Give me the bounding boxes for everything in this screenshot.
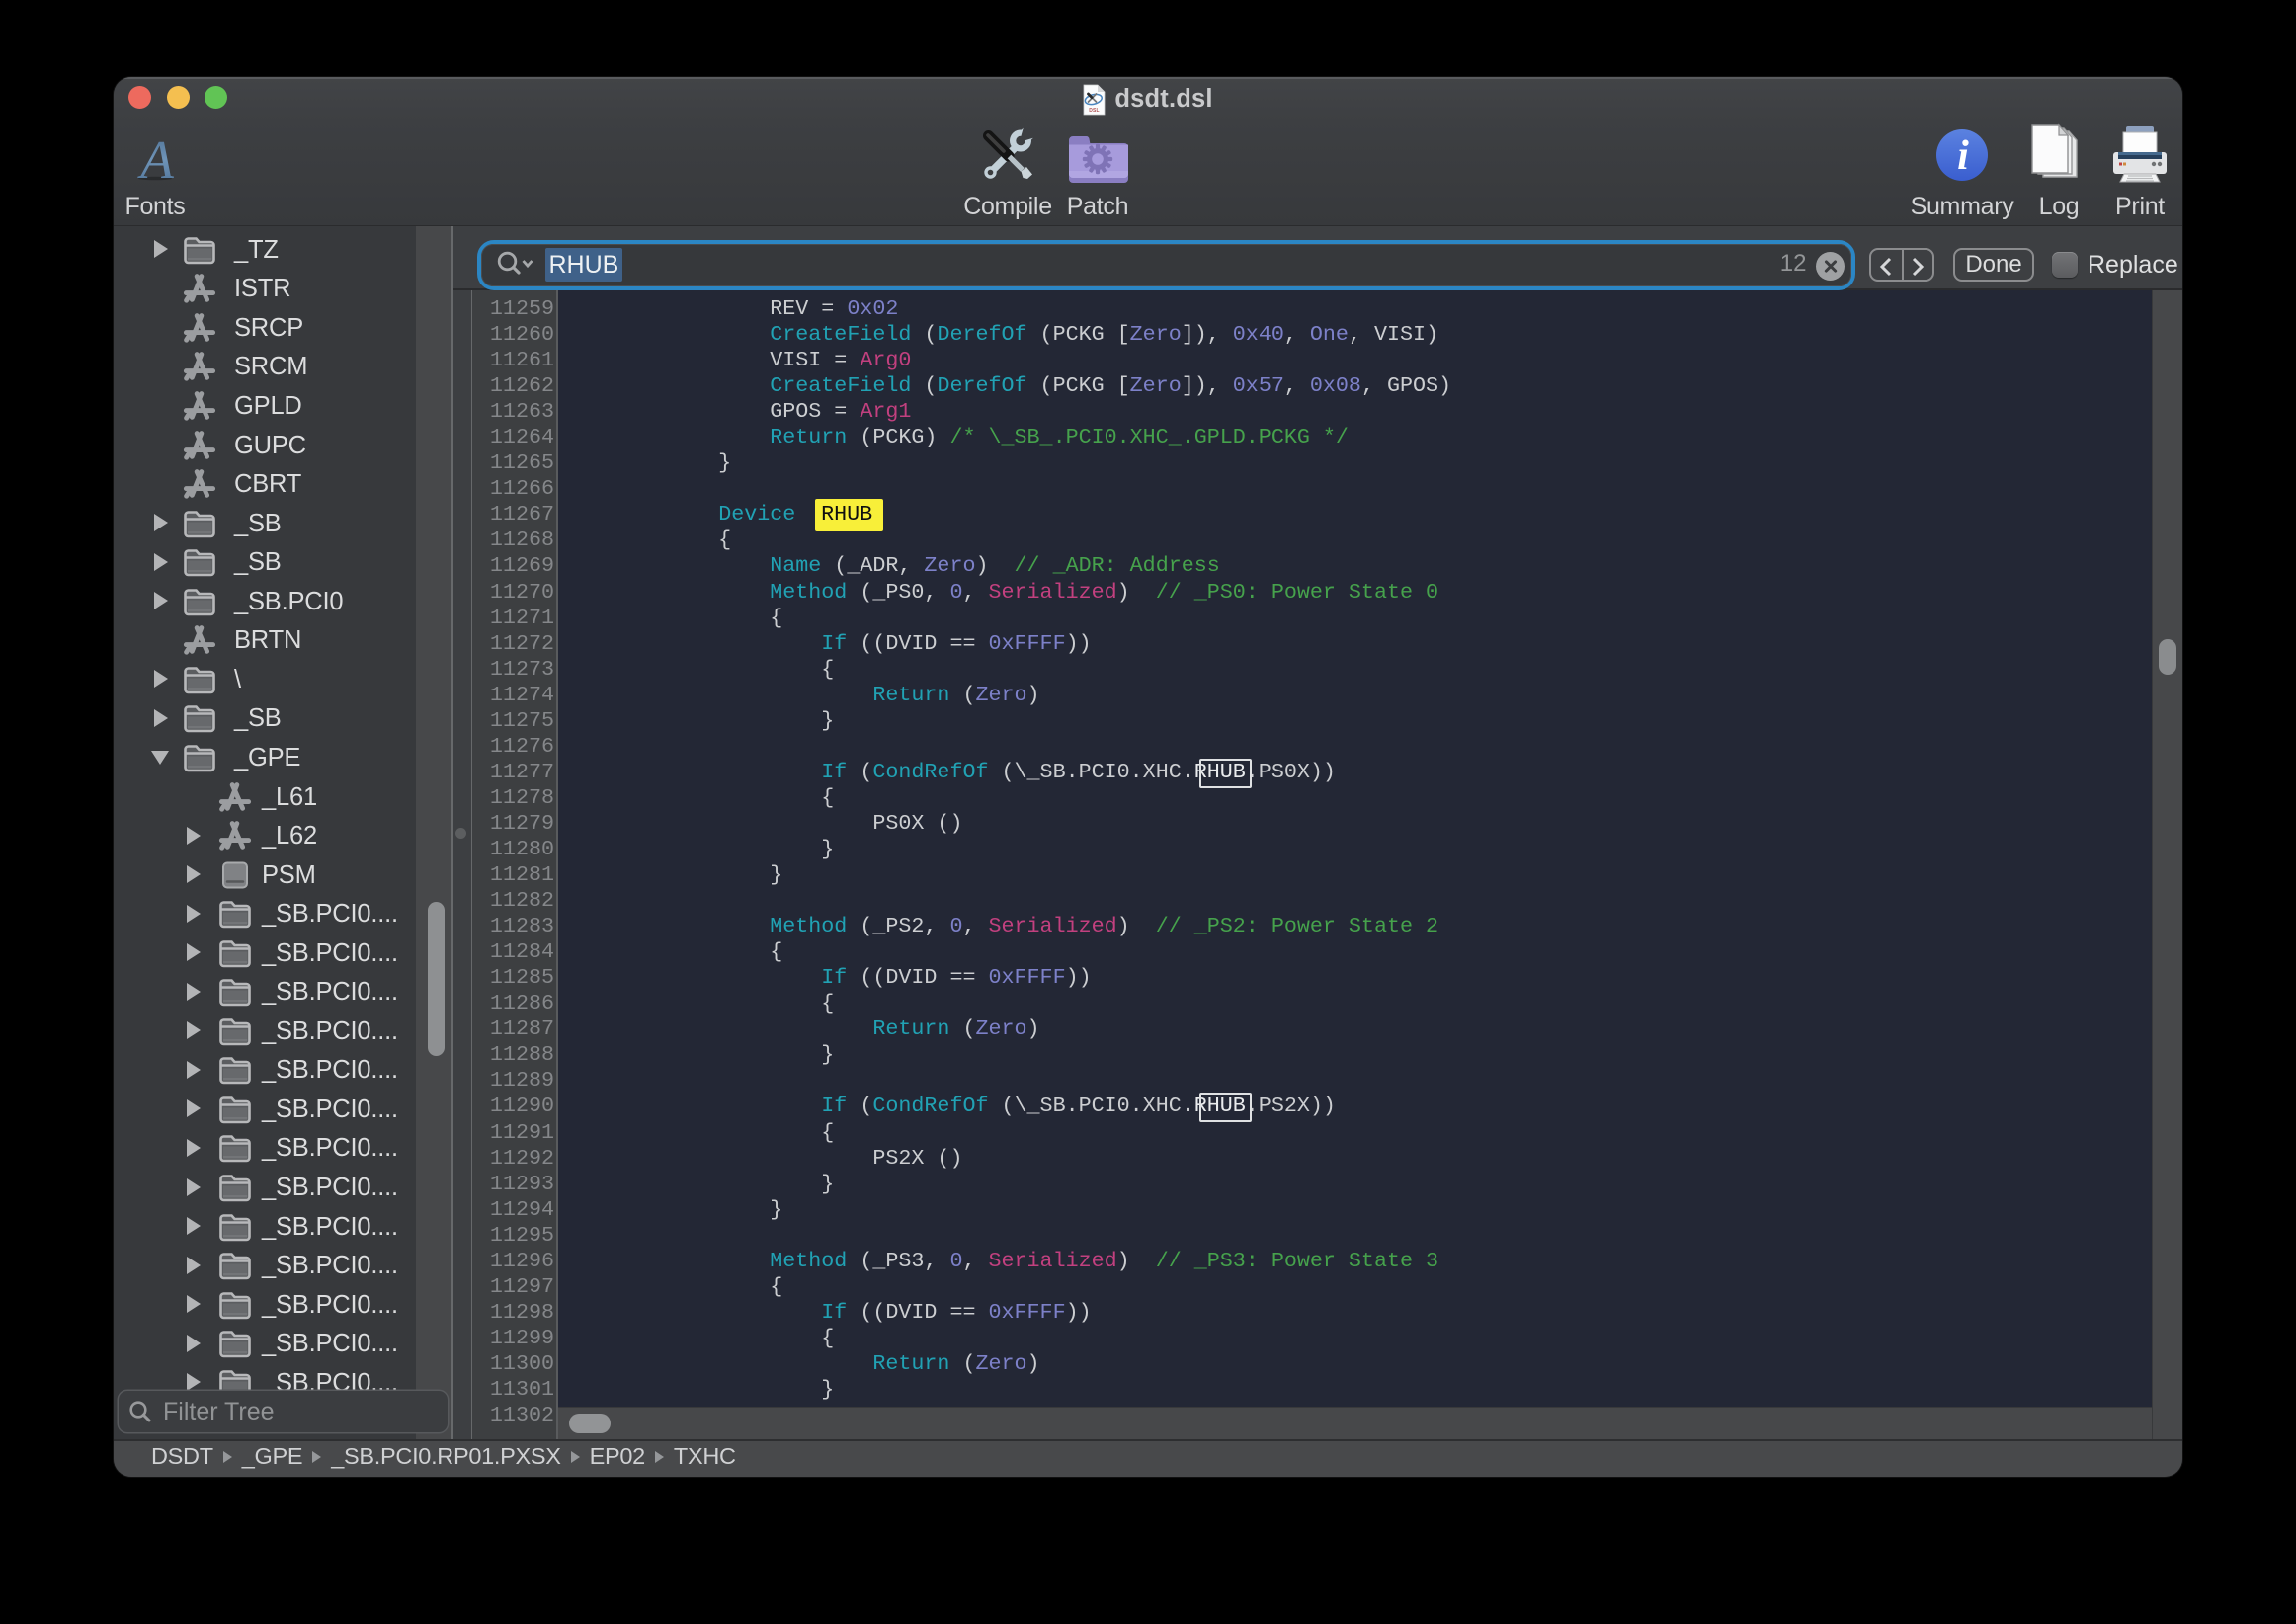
svg-text:i: i [1957,133,1969,179]
svg-text:DSL: DSL [1090,108,1101,114]
svg-text:A: A [136,129,174,184]
